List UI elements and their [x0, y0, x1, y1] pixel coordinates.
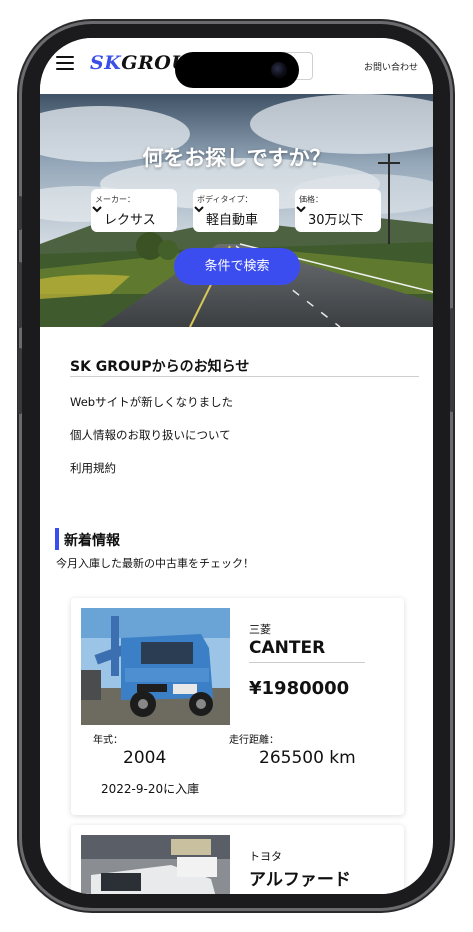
section-accent-bar	[55, 528, 59, 550]
car-maker: トヨタ	[249, 850, 282, 863]
mileage-label: 走行距離：	[229, 735, 279, 746]
chevron-down-icon	[296, 206, 306, 213]
news-item[interactable]: 利用規約	[70, 460, 116, 476]
news-divider	[70, 376, 419, 377]
news-item[interactable]: 個人情報のお取り扱いについて	[70, 427, 231, 443]
hero-section: 何をお探しですか？ メーカー： レクサス ボディタイプ： 軽自動車 価格： 30…	[40, 94, 433, 327]
action-button	[18, 196, 22, 230]
search-button[interactable]: 条件で検索	[174, 248, 300, 285]
logo-sk: SK	[90, 52, 122, 74]
car-card[interactable]: トヨタ アルファード	[71, 825, 404, 894]
hamburger-menu-icon[interactable]	[56, 56, 74, 70]
car-maker: 三菱	[249, 623, 271, 636]
body-type-select[interactable]: ボディタイプ： 軽自動車	[193, 189, 279, 232]
news-item[interactable]: Webサイトが新しくなりました	[70, 394, 233, 410]
screen: SKGROUP お問い合わせ 何をお探しですか？ メーカー： レクサス ボディタ…	[40, 38, 433, 894]
body-type-select-value: 軽自動車	[206, 213, 259, 228]
model-divider	[249, 662, 365, 663]
car-model: アルファード	[249, 870, 351, 890]
camera-icon	[271, 62, 287, 78]
car-price: ¥1980000	[249, 678, 350, 699]
car-photo	[81, 835, 230, 894]
car-photo	[81, 608, 230, 725]
volume-down-button	[18, 348, 22, 414]
mileage-value: 265500 km	[259, 748, 356, 768]
hero-title: 何をお探しですか？	[142, 146, 331, 170]
maker-select-value: レクサス	[104, 213, 156, 228]
contact-link[interactable]: お問い合わせ	[364, 60, 418, 73]
year-value: 2004	[123, 748, 167, 768]
year-label: 年式：	[93, 735, 123, 746]
maker-select[interactable]: メーカー： レクサス	[91, 189, 177, 232]
volume-up-button	[18, 262, 22, 328]
price-select-value: 30万以下	[308, 213, 364, 228]
dynamic-island	[175, 52, 299, 88]
new-arrivals-subtitle: 今月入庫した最新の中古車をチェック！	[56, 557, 254, 570]
power-button	[450, 308, 454, 412]
price-select[interactable]: 価格： 30万以下	[295, 189, 381, 232]
chevron-down-icon	[194, 206, 204, 213]
chevron-down-icon	[92, 206, 102, 213]
news-title: SK GROUPからのお知らせ	[70, 359, 250, 375]
car-card[interactable]: 三菱 CANTER ¥1980000 年式： 走行距離： 2004 265500…	[71, 598, 404, 815]
body-type-select-label: ボディタイプ：	[197, 195, 253, 204]
arrival-date: 2022-9-20に入庫	[101, 782, 200, 796]
new-arrivals-title: 新着情報	[64, 533, 120, 549]
car-model: CANTER	[249, 638, 326, 658]
